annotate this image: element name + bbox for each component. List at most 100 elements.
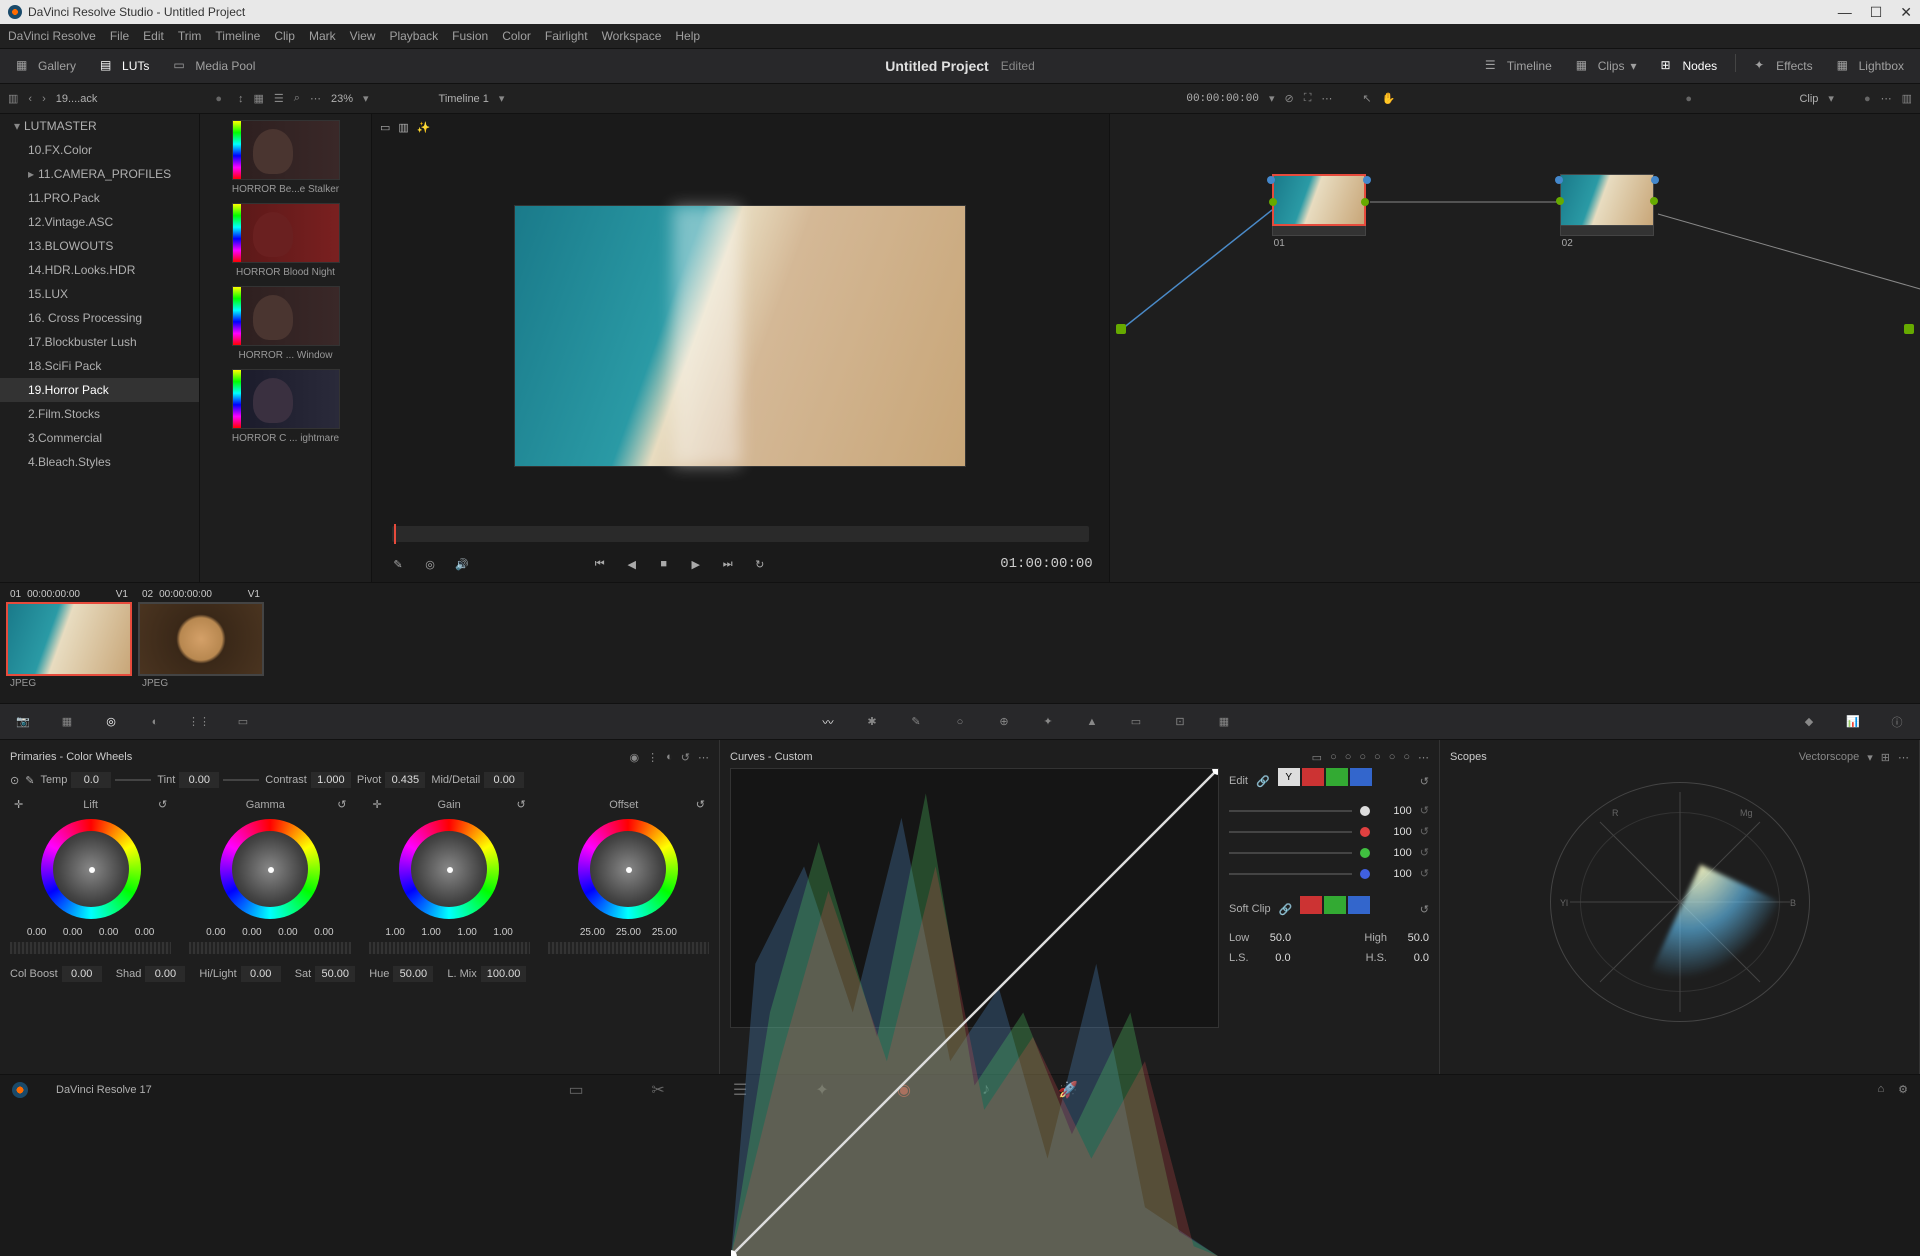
lut-item[interactable]: HORROR Be...e Stalker bbox=[206, 120, 365, 195]
prev-frame-button[interactable]: ◀ bbox=[622, 554, 642, 574]
tracking-icon[interactable]: ⊕ bbox=[993, 711, 1015, 733]
reset-icon[interactable]: ↺ bbox=[517, 798, 526, 811]
target-icon[interactable]: ◎ bbox=[420, 554, 440, 574]
blur-icon[interactable]: ▲ bbox=[1081, 711, 1103, 733]
timeline-selector[interactable]: Timeline 1 bbox=[439, 93, 489, 105]
viewer-image[interactable] bbox=[514, 205, 966, 467]
curve-mode-icon[interactable]: ▭ bbox=[1312, 751, 1322, 764]
reset-icon[interactable]: ↺ bbox=[1420, 825, 1429, 838]
sidebar-item[interactable]: 4.Bleach.Styles bbox=[0, 450, 199, 474]
reset-icon[interactable]: ↺ bbox=[1420, 775, 1429, 788]
wheels-icon[interactable]: ◎ bbox=[100, 711, 122, 733]
breadcrumb[interactable]: 19....ack bbox=[56, 93, 98, 105]
keyframe-icon[interactable]: ◆ bbox=[1798, 711, 1820, 733]
motion-icon[interactable]: ▭ bbox=[232, 711, 254, 733]
reset-icon[interactable]: ↺ bbox=[681, 751, 690, 764]
menu-item[interactable]: Playback bbox=[389, 29, 438, 43]
tint-value[interactable]: 0.00 bbox=[179, 772, 219, 788]
qualifier-icon[interactable]: ✎ bbox=[905, 711, 927, 733]
effects-button[interactable]: ✦Effects bbox=[1748, 54, 1818, 78]
pointer-icon[interactable]: ↖ bbox=[1362, 92, 1371, 105]
nav-fwd-icon[interactable]: › bbox=[42, 93, 46, 105]
curve-mode-icon[interactable]: ○ bbox=[1389, 751, 1396, 764]
sidebar-item[interactable]: 2.Film.Stocks bbox=[0, 402, 199, 426]
lightbox-button[interactable]: ▦Lightbox bbox=[1831, 54, 1910, 78]
grid-view-icon[interactable]: ▦ bbox=[254, 92, 264, 105]
sidebar-root[interactable]: ▾LUTMASTER bbox=[0, 114, 199, 138]
sidebar-item[interactable]: 3.Commercial bbox=[0, 426, 199, 450]
more-icon[interactable]: ⋯ bbox=[1898, 751, 1909, 764]
more-icon[interactable]: ⋯ bbox=[1418, 751, 1429, 764]
softclip-r-button[interactable] bbox=[1300, 896, 1322, 914]
warper-icon[interactable]: ✱ bbox=[861, 711, 883, 733]
curve-mode-icon[interactable]: ○ bbox=[1330, 751, 1337, 764]
node-01[interactable]: 01 bbox=[1272, 174, 1366, 251]
gallery-button[interactable]: ▦Gallery bbox=[10, 54, 82, 78]
highlight-icon[interactable]: ▭ bbox=[380, 121, 390, 134]
cut-page-button[interactable]: ✂ bbox=[647, 1079, 669, 1101]
clip-label[interactable]: Clip bbox=[1799, 93, 1818, 105]
sidebar-item[interactable]: 12.Vintage.ASC bbox=[0, 210, 199, 234]
colboost-value[interactable]: 0.00 bbox=[62, 966, 102, 982]
gain-wheel[interactable] bbox=[399, 819, 499, 919]
sidebar-item[interactable]: 16. Cross Processing bbox=[0, 306, 199, 330]
node-02[interactable]: 02 bbox=[1560, 174, 1654, 251]
maximize-button[interactable]: ☐ bbox=[1870, 4, 1883, 21]
softclip-g-button[interactable] bbox=[1324, 896, 1346, 914]
channel-y-button[interactable]: Y bbox=[1278, 768, 1300, 786]
lift-master-slider[interactable] bbox=[10, 942, 171, 954]
more-icon[interactable]: ⋯ bbox=[698, 751, 709, 764]
stop-button[interactable]: ■ bbox=[654, 554, 674, 574]
auto-balance-icon[interactable]: ⊙ bbox=[10, 774, 19, 787]
pivot-value[interactable]: 0.435 bbox=[385, 772, 425, 788]
bypass-icon[interactable]: ⊘ bbox=[1285, 92, 1294, 105]
key-icon[interactable]: ▭ bbox=[1125, 711, 1147, 733]
curve-mode-icon[interactable]: ○ bbox=[1359, 751, 1366, 764]
play-button[interactable]: ▶ bbox=[686, 554, 706, 574]
output-node[interactable] bbox=[1904, 324, 1914, 334]
nav-back-icon[interactable]: ‹ bbox=[28, 93, 32, 105]
panel-toggle-icon[interactable]: ▥ bbox=[8, 92, 18, 105]
clip-item[interactable]: 0100:00:00:00V1 JPEG bbox=[6, 587, 132, 699]
clip-item[interactable]: 0200:00:00:00V1 JPEG bbox=[138, 587, 264, 699]
channel-g-button[interactable] bbox=[1326, 768, 1348, 786]
sidebar-item[interactable]: 13.BLOWOUTS bbox=[0, 234, 199, 258]
color-match-icon[interactable]: ▦ bbox=[56, 711, 78, 733]
crosshair-icon[interactable]: ✛ bbox=[373, 798, 382, 811]
scopes-icon[interactable]: 📊 bbox=[1842, 711, 1864, 733]
sidebar-item[interactable]: 11.PRO.Pack bbox=[0, 186, 199, 210]
sat-value[interactable]: 50.00 bbox=[315, 966, 355, 982]
menu-item[interactable]: Workspace bbox=[602, 29, 662, 43]
menu-item[interactable]: Timeline bbox=[215, 29, 260, 43]
sidebar-item[interactable]: ▸11.CAMERA_PROFILES bbox=[0, 162, 199, 186]
reset-icon[interactable]: ↺ bbox=[1420, 903, 1429, 916]
lut-item[interactable]: HORROR C ... ightmare bbox=[206, 369, 365, 444]
source-node[interactable] bbox=[1116, 324, 1126, 334]
split-icon[interactable]: ▥ bbox=[398, 121, 408, 134]
contrast-value[interactable]: 1.000 bbox=[311, 772, 351, 788]
wheels-mode-icon[interactable]: ◉ bbox=[630, 751, 640, 764]
offset-wheel[interactable] bbox=[578, 819, 678, 919]
offset-master-slider[interactable] bbox=[548, 942, 709, 954]
sort-icon[interactable]: ↕ bbox=[238, 93, 244, 105]
menu-item[interactable]: Mark bbox=[309, 29, 336, 43]
playhead[interactable] bbox=[394, 524, 396, 544]
first-frame-button[interactable]: ⏮ bbox=[590, 554, 610, 574]
curve-mode-icon[interactable]: ○ bbox=[1345, 751, 1352, 764]
loop-button[interactable]: ↻ bbox=[750, 554, 770, 574]
eyedropper-icon[interactable]: ✎ bbox=[388, 554, 408, 574]
3d-icon[interactable]: ▦ bbox=[1213, 711, 1235, 733]
gamma-master-slider[interactable] bbox=[189, 942, 350, 954]
sidebar-item[interactable]: 17.Blockbuster Lush bbox=[0, 330, 199, 354]
close-button[interactable]: ✕ bbox=[1900, 4, 1912, 21]
curve-mode-icon[interactable]: ○ bbox=[1403, 751, 1410, 764]
menu-item[interactable]: DaVinci Resolve bbox=[8, 29, 96, 43]
menu-item[interactable]: Help bbox=[675, 29, 700, 43]
window-icon[interactable]: ○ bbox=[949, 711, 971, 733]
lift-wheel[interactable] bbox=[41, 819, 141, 919]
media-page-button[interactable]: ▭ bbox=[565, 1079, 587, 1101]
zoom-percent[interactable]: 23% bbox=[331, 93, 353, 105]
expand-icon[interactable]: ⛶ bbox=[1304, 92, 1312, 105]
sidebar-item[interactable]: 10.FX.Color bbox=[0, 138, 199, 162]
temp-value[interactable]: 0.0 bbox=[71, 772, 111, 788]
